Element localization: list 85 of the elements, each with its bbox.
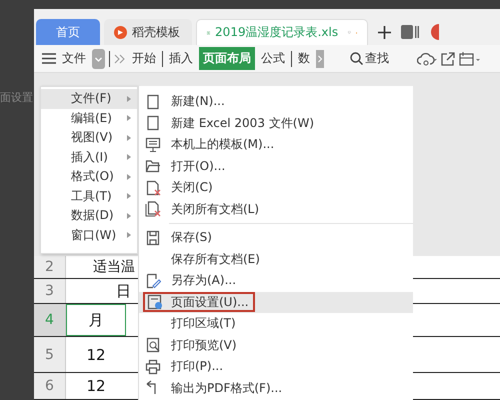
page-gear-icon bbox=[147, 294, 163, 310]
menu-item-label: 另存为(A)... bbox=[171, 272, 236, 290]
menu-item[interactable]: 打开(O)... bbox=[139, 156, 413, 177]
search-icon bbox=[350, 52, 363, 65]
avatar-icon[interactable] bbox=[429, 24, 439, 40]
document-icon bbox=[145, 115, 161, 132]
menu-icon[interactable] bbox=[42, 53, 56, 64]
table-cell-text: 日 bbox=[115, 280, 132, 302]
submenu-arrow-icon bbox=[127, 134, 131, 141]
menu-item[interactable]: 保存(S) bbox=[139, 227, 413, 248]
ribbon-tab[interactable]: 页面布局 bbox=[199, 47, 255, 70]
ribbon-tab[interactable]: 数 bbox=[296, 48, 312, 69]
template-logo-icon bbox=[114, 26, 127, 38]
ribbon-tab[interactable]: 公式 bbox=[259, 48, 287, 69]
menu-item-label: 输出为PDF格式(F)... bbox=[171, 380, 282, 397]
documents-cross-icon bbox=[145, 201, 161, 218]
menu-item-label: 打印(P)... bbox=[171, 358, 224, 376]
row-number: 6 bbox=[34, 373, 66, 399]
menu-item[interactable]: 窗口(W) bbox=[41, 226, 137, 245]
menu-item[interactable]: 工具(T) bbox=[41, 186, 137, 206]
submenu-arrow-icon bbox=[127, 154, 131, 160]
row-number: 2 bbox=[34, 256, 66, 278]
menu-item[interactable]: 另存为(A)... bbox=[139, 270, 413, 292]
menu-item-label: 关闭(C) bbox=[171, 179, 213, 196]
plus-icon[interactable] bbox=[378, 26, 391, 38]
menu-item-label: 页面设置(U)... bbox=[171, 294, 249, 311]
row-number: 5 bbox=[34, 337, 66, 372]
sheet-label: 面设置 bbox=[0, 90, 34, 105]
menu-item-label: 保存所有文档(E) bbox=[171, 250, 260, 268]
menu-item[interactable]: 新建(N)... bbox=[139, 91, 413, 112]
menu-item[interactable]: 关闭所有文档(L) bbox=[139, 198, 413, 220]
menu-item[interactable]: 页面设置(U)... bbox=[139, 292, 413, 313]
panel-icon[interactable] bbox=[459, 52, 481, 66]
menu-item[interactable]: 格式(O) bbox=[41, 167, 137, 186]
menu-item-label: 新建(N)... bbox=[171, 93, 225, 110]
share-icon[interactable] bbox=[441, 52, 455, 66]
search-button[interactable]: 查找 bbox=[348, 48, 391, 69]
menu-item-label: 关闭所有文档(L) bbox=[171, 200, 260, 218]
menu-item-label: 本机上的模板(M)... bbox=[171, 136, 274, 154]
cloud-icon[interactable] bbox=[417, 52, 437, 66]
ribbon-tab[interactable]: 插入 bbox=[167, 48, 195, 69]
page-magnifier-icon bbox=[145, 337, 161, 354]
window-count-icon[interactable] bbox=[401, 25, 419, 39]
menu-item[interactable]: 数据(D) bbox=[41, 206, 137, 226]
document-cross-icon bbox=[145, 180, 161, 196]
menu-item-label: 保存(S) bbox=[171, 229, 212, 246]
table-cell-text: 12 bbox=[85, 376, 107, 397]
menu-item[interactable]: 插入(I) bbox=[41, 148, 137, 167]
tab[interactable]: 稻壳模板 bbox=[104, 19, 192, 45]
tab[interactable]: 2019温湿度记录表.xls bbox=[196, 19, 368, 45]
menu-item[interactable]: 输出为PDF格式(F)... bbox=[139, 378, 413, 399]
submenu-arrow-icon bbox=[127, 96, 131, 102]
submenu-arrow-icon bbox=[127, 174, 131, 180]
table-cell: 月 bbox=[66, 304, 126, 336]
menu-item[interactable]: 文件(F) bbox=[41, 89, 137, 108]
ribbon-tab[interactable]: 开始 bbox=[130, 48, 158, 69]
menu-item-label: 打开(O)... bbox=[171, 158, 226, 175]
table-cell-text: 12 bbox=[85, 344, 107, 366]
menu-item[interactable]: 新建 Excel 2003 文件(W) bbox=[139, 112, 413, 134]
row-number: 4 bbox=[34, 304, 66, 336]
menu-item[interactable]: 打印区域(T) bbox=[139, 313, 413, 334]
submenu-arrow-icon bbox=[127, 193, 131, 200]
menu-item[interactable]: 打印(P)... bbox=[139, 356, 413, 378]
submenu-arrow-icon bbox=[127, 212, 131, 219]
more-icon[interactable] bbox=[114, 54, 126, 64]
menu-item[interactable]: 关闭(C) bbox=[139, 177, 413, 198]
menu-item[interactable]: 视图(V) bbox=[41, 128, 137, 148]
row-number: 3 bbox=[34, 279, 66, 303]
document-icon bbox=[145, 94, 161, 110]
printer-icon bbox=[145, 358, 161, 375]
menu-item-label: 新建 Excel 2003 文件(W) bbox=[171, 114, 314, 132]
menu-item-label: 打印区域(T) bbox=[171, 315, 236, 332]
menu-item[interactable]: 保存所有文档(E) bbox=[139, 248, 413, 270]
floppy-icon bbox=[145, 230, 161, 246]
folder-icon bbox=[145, 158, 161, 174]
submenu-arrow-icon bbox=[127, 232, 131, 238]
file-menu-button[interactable]: 文件 bbox=[60, 48, 88, 69]
menu-item-label: 打印预览(V) bbox=[171, 336, 237, 354]
menu-item[interactable]: 打印预览(V) bbox=[139, 334, 413, 356]
save-as-icon bbox=[145, 272, 161, 289]
monitor-icon bbox=[145, 136, 161, 153]
submenu-arrow-icon bbox=[127, 115, 131, 122]
table-cell-text: 适当温 bbox=[92, 258, 136, 277]
menu-item[interactable]: 编辑(E) bbox=[41, 108, 137, 128]
menu-item[interactable]: 本机上的模板(M)... bbox=[139, 134, 413, 156]
